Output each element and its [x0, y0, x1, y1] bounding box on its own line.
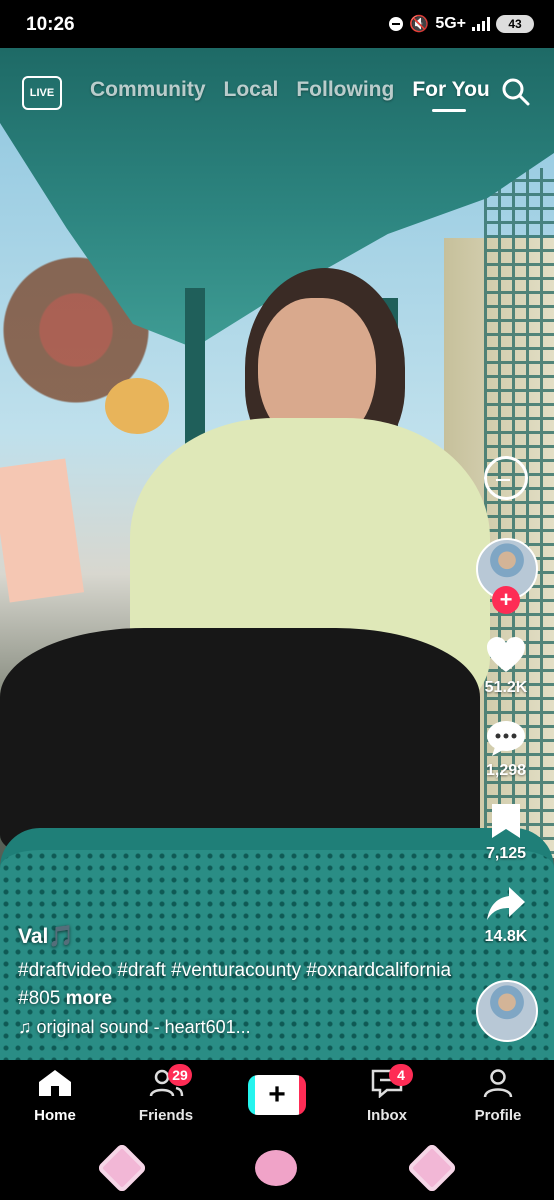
creator-username[interactable]: Val🎵 [18, 925, 468, 949]
nav-profile-label: Profile [474, 1107, 522, 1124]
live-icon[interactable]: LIVE [22, 76, 62, 110]
battery-level: 43 [508, 17, 522, 31]
comment-action[interactable]: 1,298 [476, 719, 536, 780]
creator-avatar-wrap: + [476, 538, 538, 614]
profile-icon [483, 1069, 513, 1098]
follow-button[interactable]: + [492, 586, 520, 614]
share-action[interactable]: 14.8K [476, 885, 536, 946]
nav-inbox[interactable]: 4 Inbox [342, 1064, 432, 1124]
person-figure [0, 268, 490, 888]
bookmark-icon[interactable] [489, 802, 523, 840]
nav-friends-label: Friends [138, 1107, 194, 1124]
signal-icon [472, 17, 490, 31]
search-icon[interactable] [500, 76, 530, 106]
video-caption: Val🎵 #draftvideo #draft #venturacounty #… [18, 925, 468, 1038]
heart-icon[interactable] [485, 636, 527, 674]
effect-icon[interactable] [484, 456, 528, 500]
nav-home[interactable]: Home [10, 1068, 100, 1124]
nav-profile[interactable]: Profile [453, 1068, 543, 1124]
action-rail: + 51.2K 1,298 7,125 14.8K [476, 456, 538, 1042]
create-icon: + [258, 1075, 296, 1115]
battery-icon: 43 [496, 15, 534, 33]
top-navigation: LIVE Community Local Following For You [0, 72, 554, 112]
status-time: 10:26 [26, 14, 75, 35]
share-icon[interactable] [485, 885, 527, 923]
video-description[interactable]: #draftvideo #draft #venturacounty #oxnar… [18, 957, 468, 1013]
share-count: 14.8K [484, 928, 528, 945]
back-button[interactable] [406, 1142, 458, 1194]
muffin [105, 378, 169, 434]
nav-inbox-label: Inbox [367, 1107, 407, 1124]
system-navigation [0, 1138, 554, 1200]
mute-icon: 🔇 [409, 16, 430, 33]
more-link[interactable]: more [66, 988, 112, 1009]
bottom-navigation: Home 29 Friends + 4 Inbox Profile [0, 1060, 554, 1138]
comment-icon[interactable] [485, 719, 527, 757]
save-count: 7,125 [485, 845, 527, 862]
person-pants [0, 628, 480, 858]
friends-badge: 29 [168, 1064, 192, 1086]
tab-local[interactable]: Local [224, 78, 279, 102]
home-button[interactable] [255, 1150, 297, 1186]
like-action[interactable]: 51.2K [476, 636, 536, 697]
tab-following[interactable]: Following [296, 78, 394, 102]
comment-count: 1,298 [485, 762, 527, 779]
status-bar: 10:26 🔇 5G+ 43 [0, 0, 554, 48]
like-count: 51.2K [484, 679, 528, 696]
do-not-disturb-icon [389, 17, 404, 31]
nav-home-label: Home [34, 1107, 76, 1124]
tab-for-you[interactable]: For You [412, 78, 490, 112]
music-note-icon: ♫ [18, 1017, 32, 1037]
home-icon [39, 1070, 71, 1096]
sound-avatar[interactable] [476, 980, 538, 1042]
sound-row[interactable]: ♫ original sound - heart601... [18, 1017, 468, 1038]
recent-apps-button[interactable] [96, 1142, 148, 1194]
network-label: 5G+ [435, 15, 466, 32]
nav-friends[interactable]: 29 Friends [121, 1064, 211, 1124]
create-button[interactable]: + [248, 1075, 306, 1115]
sound-name: original sound - heart601... [36, 1017, 251, 1037]
tab-community[interactable]: Community [90, 78, 206, 102]
save-action[interactable]: 7,125 [476, 802, 536, 863]
pastry-box [0, 458, 85, 603]
inbox-badge: 4 [389, 1064, 413, 1086]
feed-tabs: Community Local Following For You [90, 78, 490, 112]
live-label: LIVE [29, 87, 55, 99]
status-icons: 🔇 5G+ 43 [389, 14, 534, 34]
video-player[interactable] [0, 48, 554, 1060]
